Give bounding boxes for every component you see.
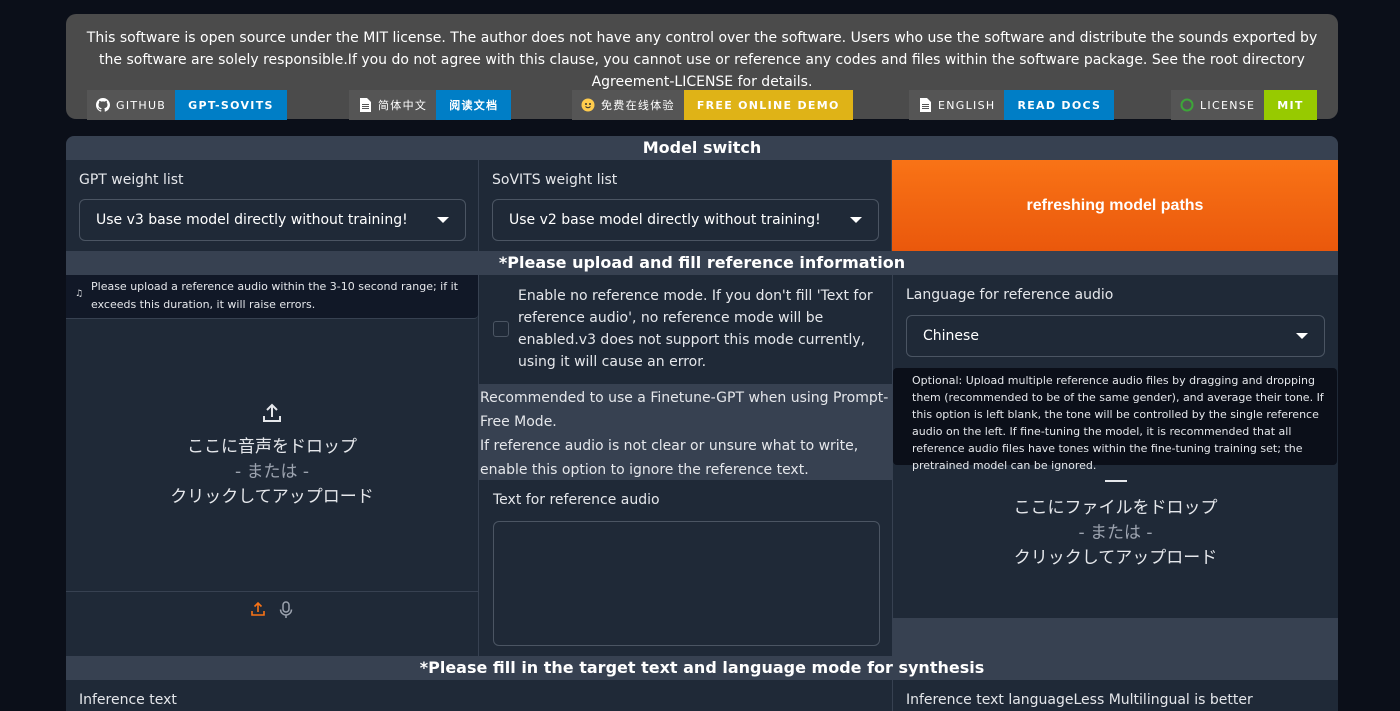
audio-hint-text: Please upload a reference audio within t… <box>91 280 458 311</box>
license-banner: This software is open source under the M… <box>66 14 1338 120</box>
reference-text-panel: Text for reference audio <box>479 480 892 656</box>
or-text: - または - <box>234 461 310 482</box>
file-drop-text: ここにファイルをドロップ <box>1013 498 1218 518</box>
chevron-down-icon <box>1296 333 1308 339</box>
huggingface-icon <box>581 98 595 112</box>
multi-reference-hint-text: Optional: Upload multiple reference audi… <box>912 374 1324 472</box>
reference-audio-panel: ♫ Please upload a reference audio within… <box>66 275 478 656</box>
reference-text-input[interactable] <box>493 521 880 646</box>
recommend-line-2: If reference audio is not clear or unsur… <box>480 438 859 478</box>
recommend-note: Recommended to use a Finetune-GPT when u… <box>479 384 892 480</box>
english-docs-badge[interactable]: ENGLISH READ DOCS <box>909 90 1115 120</box>
audio-hint-bar: ♫ Please upload a reference audio within… <box>66 275 478 319</box>
reference-header: *Please upload and fill reference inform… <box>498 253 906 272</box>
sovits-weight-panel: SoVITS weight list Use v2 base model dir… <box>479 160 891 251</box>
reference-language-label: Language for reference audio <box>906 287 1114 303</box>
chevron-down-icon <box>850 217 862 223</box>
no-reference-checkbox[interactable] <box>493 321 509 337</box>
reference-text-label: Text for reference audio <box>493 492 660 508</box>
microphone-icon[interactable] <box>278 601 294 619</box>
upload-icon <box>1104 478 1127 482</box>
gpt-weight-panel: GPT weight list Use v3 base model direct… <box>66 160 478 251</box>
click-upload-text: クリックしてアップロード <box>170 486 374 507</box>
github-badge[interactable]: GITHUB GPT-SOVITS <box>87 90 287 120</box>
badge-right-label: 阅读文档 <box>436 90 512 120</box>
inference-text-label: Inference text <box>79 692 177 708</box>
document-icon <box>358 98 372 112</box>
inference-text-panel: Inference text <box>66 680 892 711</box>
badge-left-label: GITHUB <box>116 98 167 112</box>
upload-icon <box>263 403 281 422</box>
badge-left-label: ENGLISH <box>938 98 996 112</box>
badge-left-label: LICENSE <box>1200 98 1256 112</box>
multi-reference-hint: Optional: Upload multiple reference audi… <box>893 368 1337 472</box>
open-source-icon <box>1180 98 1194 112</box>
gpt-weight-value: Use v3 base model directly without train… <box>96 212 408 228</box>
upload-source-icon[interactable] <box>250 601 266 617</box>
github-icon <box>96 98 110 112</box>
sovits-weight-label: SoVITS weight list <box>492 172 618 188</box>
badge-left-label: 简体中文 <box>378 99 428 112</box>
music-note-icon: ♫ <box>75 289 84 299</box>
document-icon <box>918 98 932 112</box>
badge-right-label: MIT <box>1264 90 1317 120</box>
gpt-weight-label: GPT weight list <box>79 172 184 188</box>
inference-language-label: Inference text languageLess Multilingual… <box>906 692 1253 708</box>
synthesis-header: *Please fill in the target text and lang… <box>419 658 985 677</box>
audio-drop-zone[interactable]: ここに音声をドロップ - または - クリックしてアップロード <box>66 319 478 591</box>
chinese-docs-badge[interactable]: 简体中文 阅读文档 <box>349 90 512 120</box>
drop-text: ここに音声をドロップ <box>187 436 357 457</box>
sovits-weight-dropdown[interactable]: Use v2 base model directly without train… <box>492 199 879 241</box>
recommend-line-1: Recommended to use a Finetune-GPT when u… <box>480 390 889 430</box>
badge-left-label: 免费在线体验 <box>601 99 675 112</box>
no-reference-panel: Enable no reference mode. If you don't f… <box>479 275 892 384</box>
reference-language-value: Chinese <box>923 328 979 344</box>
no-reference-label: Enable no reference mode. If you don't f… <box>518 288 873 370</box>
badge-right-label: FREE ONLINE DEMO <box>683 90 853 120</box>
sovits-weight-value: Use v2 base model directly without train… <box>509 212 821 228</box>
main-block: Model switch GPT weight list Use v3 base… <box>66 136 1338 711</box>
reference-language-dropdown[interactable]: Chinese <box>906 315 1325 357</box>
gpt-weight-dropdown[interactable]: Use v3 base model directly without train… <box>79 199 466 241</box>
audio-source-toolbar <box>66 592 478 656</box>
badge-right-label: READ DOCS <box>1004 90 1115 120</box>
badge-right-label: GPT-SOVITS <box>175 90 287 120</box>
inference-language-panel: Inference text languageLess Multilingual… <box>893 680 1338 711</box>
model-switch-header: Model switch <box>642 138 762 157</box>
chevron-down-icon <box>437 217 449 223</box>
refresh-model-paths-button[interactable]: refreshing model paths <box>892 160 1338 251</box>
license-notice: This software is open source under the M… <box>86 30 1318 90</box>
license-badge[interactable]: LICENSE MIT <box>1171 90 1317 120</box>
online-demo-badge[interactable]: 免费在线体验 FREE ONLINE DEMO <box>572 90 853 120</box>
file-click-upload-text: クリックしてアップロード <box>1013 548 1218 568</box>
file-or-text: - または - <box>1078 523 1153 543</box>
